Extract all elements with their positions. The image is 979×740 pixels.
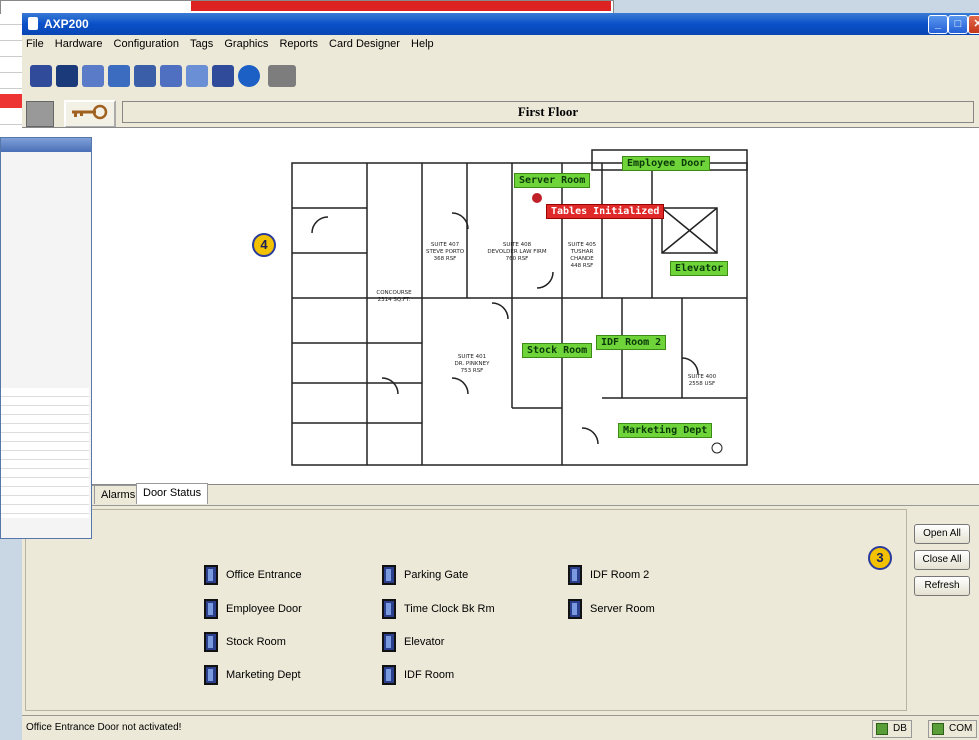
tab-bar: tions Alarms Door Status bbox=[22, 483, 979, 505]
door-icon bbox=[204, 632, 218, 652]
status-message: Office Entrance Door not activated! bbox=[26, 722, 182, 733]
door-icon bbox=[204, 599, 218, 619]
floor-name: First Floor bbox=[122, 101, 974, 123]
reader-icon[interactable] bbox=[56, 65, 78, 87]
door-icon bbox=[204, 665, 218, 685]
db-status-icon bbox=[876, 723, 888, 735]
door-item[interactable]: Marketing Dept bbox=[204, 664, 301, 686]
door-item[interactable]: Server Room bbox=[568, 598, 655, 620]
svg-text:753 RSF: 753 RSF bbox=[461, 368, 484, 374]
users-icon[interactable] bbox=[160, 65, 182, 87]
menu-hardware[interactable]: Hardware bbox=[51, 35, 107, 50]
tab-alarms[interactable]: Alarms bbox=[94, 485, 143, 504]
app-icon bbox=[28, 17, 38, 30]
key-icon bbox=[72, 104, 108, 120]
app-window: AXP200 _ □ ✕ File Hardware Configuration… bbox=[22, 13, 979, 740]
help-icon[interactable] bbox=[238, 65, 260, 87]
svg-text:DEVOLDER LAW FIRM: DEVOLDER LAW FIRM bbox=[487, 249, 546, 255]
close-icon[interactable]: ✕ bbox=[968, 15, 979, 34]
map-label-stock-room[interactable]: Stock Room bbox=[522, 343, 593, 358]
window-title: AXP200 bbox=[44, 17, 89, 31]
key-button[interactable] bbox=[64, 100, 116, 128]
transfer-icon[interactable] bbox=[82, 65, 104, 87]
door-item[interactable]: Time Clock Bk Rm bbox=[382, 598, 495, 620]
svg-text:SUITE 407: SUITE 407 bbox=[431, 242, 460, 248]
background-red-bar bbox=[191, 1, 611, 11]
tools-icon[interactable] bbox=[186, 65, 208, 87]
door-status-panel: Office Entrance Employee Door Stock Room… bbox=[22, 505, 979, 716]
door-item[interactable]: Office Entrance bbox=[204, 564, 302, 586]
svg-text:TUSHAR: TUSHAR bbox=[570, 249, 594, 255]
svg-text:STEVE PORTO: STEVE PORTO bbox=[426, 249, 465, 255]
svg-text:448 RSF: 448 RSF bbox=[571, 263, 594, 269]
svg-text:2314 SQ.FT.: 2314 SQ.FT. bbox=[378, 297, 411, 303]
map-label-tables-initialized: Tables Initialized bbox=[546, 204, 665, 219]
toolbar bbox=[22, 55, 979, 98]
maximize-icon[interactable]: □ bbox=[948, 15, 968, 34]
door-icon bbox=[568, 599, 582, 619]
title-bar: AXP200 _ □ ✕ bbox=[22, 13, 979, 35]
door-icon bbox=[382, 565, 396, 585]
door-item[interactable]: Elevator bbox=[382, 631, 444, 653]
door-item[interactable]: IDF Room bbox=[382, 664, 454, 686]
svg-text:SUITE 401: SUITE 401 bbox=[458, 354, 486, 360]
map-label-marketing-dept[interactable]: Marketing Dept bbox=[618, 423, 713, 438]
menu-help[interactable]: Help bbox=[407, 35, 438, 50]
svg-text:2558 USF: 2558 USF bbox=[689, 381, 715, 387]
com-indicator: COM bbox=[928, 720, 978, 738]
svg-text:CONCOURSE: CONCOURSE bbox=[376, 290, 412, 296]
door-icon bbox=[382, 665, 396, 685]
menu-graphics[interactable]: Graphics bbox=[220, 35, 272, 50]
svg-text:SUITE 405: SUITE 405 bbox=[568, 242, 597, 248]
floor-plan-view: SUITE 407 STEVE PORTO 368 RSF SUITE 408 DEV… bbox=[22, 127, 979, 485]
map-label-elevator[interactable]: Elevator bbox=[670, 261, 729, 276]
menu-reports[interactable]: Reports bbox=[275, 35, 322, 50]
svg-text:SUITE 400: SUITE 400 bbox=[688, 374, 717, 380]
door-item[interactable]: Stock Room bbox=[204, 631, 286, 653]
report-icon[interactable] bbox=[212, 65, 234, 87]
menu-configuration[interactable]: Configuration bbox=[110, 35, 183, 50]
svg-text:760 RSF: 760 RSF bbox=[506, 256, 529, 262]
door-item[interactable]: Parking Gate bbox=[382, 564, 468, 586]
overlapping-window-grid bbox=[1, 388, 89, 518]
location-bar: First Floor bbox=[22, 97, 979, 128]
svg-text:DR. PINKNEY: DR. PINKNEY bbox=[455, 361, 491, 367]
menu-tags[interactable]: Tags bbox=[186, 35, 217, 50]
overlapping-window-titlebar bbox=[1, 138, 91, 152]
floor-plan: SUITE 407STEVE PORTO368 RSF SUITE 408DEV… bbox=[291, 149, 748, 466]
svg-text:CHANDE: CHANDE bbox=[570, 256, 594, 262]
building-icon[interactable] bbox=[268, 65, 296, 87]
menu-file[interactable]: File bbox=[22, 35, 48, 50]
tab-door-status[interactable]: Door Status bbox=[136, 483, 209, 504]
svg-text:368 RSF: 368 RSF bbox=[434, 256, 457, 262]
map-label-idf-room-2[interactable]: IDF Room 2 bbox=[596, 335, 667, 350]
door-icon bbox=[568, 565, 582, 585]
badge-card-icon[interactable] bbox=[134, 65, 156, 87]
controller-icon[interactable] bbox=[30, 65, 52, 87]
minimize-icon[interactable]: _ bbox=[928, 15, 948, 34]
door-icon bbox=[382, 632, 396, 652]
db-indicator: DB bbox=[872, 720, 912, 738]
home-icon[interactable] bbox=[26, 101, 54, 127]
door-item[interactable]: IDF Room 2 bbox=[568, 564, 649, 586]
map-label-employee-door[interactable]: Employee Door bbox=[622, 156, 711, 171]
door-item[interactable]: Employee Door bbox=[204, 598, 302, 620]
callout-badge-4: 4 bbox=[252, 233, 276, 257]
open-all-button[interactable]: Open All bbox=[914, 524, 970, 544]
map-label-server-room[interactable]: Server Room bbox=[514, 173, 591, 188]
door-icon bbox=[204, 565, 218, 585]
door-icon bbox=[382, 599, 396, 619]
svg-text:SUITE 408: SUITE 408 bbox=[503, 242, 532, 248]
com-status-icon bbox=[932, 723, 944, 735]
menu-card-designer[interactable]: Card Designer bbox=[325, 35, 404, 50]
overlapping-window bbox=[0, 137, 92, 539]
background-red-row bbox=[0, 94, 22, 108]
status-bar: Office Entrance Door not activated! DB C… bbox=[22, 715, 979, 740]
person-icon[interactable] bbox=[108, 65, 130, 87]
close-all-button[interactable]: Close All bbox=[914, 550, 970, 570]
menu-bar: File Hardware Configuration Tags Graphic… bbox=[22, 35, 979, 55]
callout-badge-3: 3 bbox=[868, 546, 892, 570]
refresh-button[interactable]: Refresh bbox=[914, 576, 970, 596]
